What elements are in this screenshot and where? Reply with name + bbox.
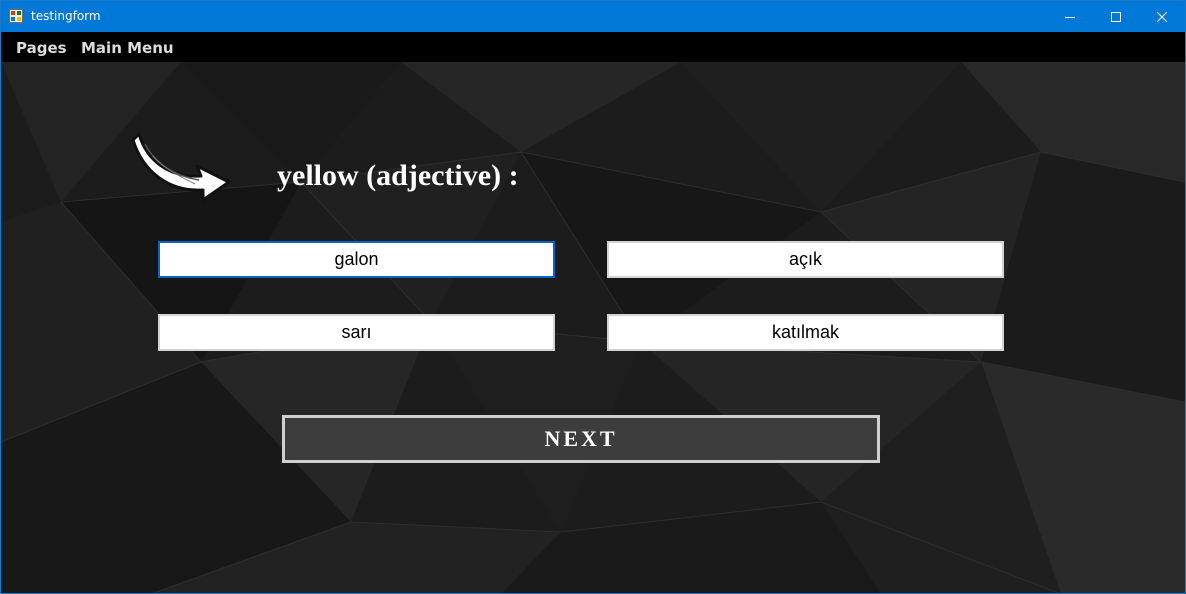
menu-bar: Pages Main Menu: [1, 32, 1185, 62]
minimize-button[interactable]: [1047, 1, 1093, 32]
maximize-icon: [1111, 11, 1121, 22]
close-icon: [1157, 11, 1167, 22]
minimize-icon: [1065, 16, 1075, 18]
window-title: testingform: [31, 9, 101, 23]
curved-arrow-icon: [131, 132, 231, 202]
answer-option-2[interactable]: açık: [607, 241, 1004, 278]
question-text: yellow (adjective) :: [277, 159, 519, 192]
answer-option-1[interactable]: galon: [158, 241, 555, 278]
app-window: testingform Pages Main Menu yellow (adje…: [0, 0, 1186, 594]
title-bar[interactable]: testingform: [1, 1, 1185, 32]
answer-option-4[interactable]: katılmak: [607, 314, 1004, 351]
menu-item-main-menu[interactable]: Main Menu: [81, 39, 174, 57]
answer-option-3[interactable]: sarı: [158, 314, 555, 351]
menu-item-pages[interactable]: Pages: [16, 39, 67, 57]
maximize-button[interactable]: [1093, 1, 1139, 32]
close-button[interactable]: [1139, 1, 1185, 32]
next-button[interactable]: NEXT: [282, 415, 880, 463]
app-icon: [9, 9, 23, 23]
quiz-panel: yellow (adjective) : galon açık sarı kat…: [1, 62, 1185, 593]
